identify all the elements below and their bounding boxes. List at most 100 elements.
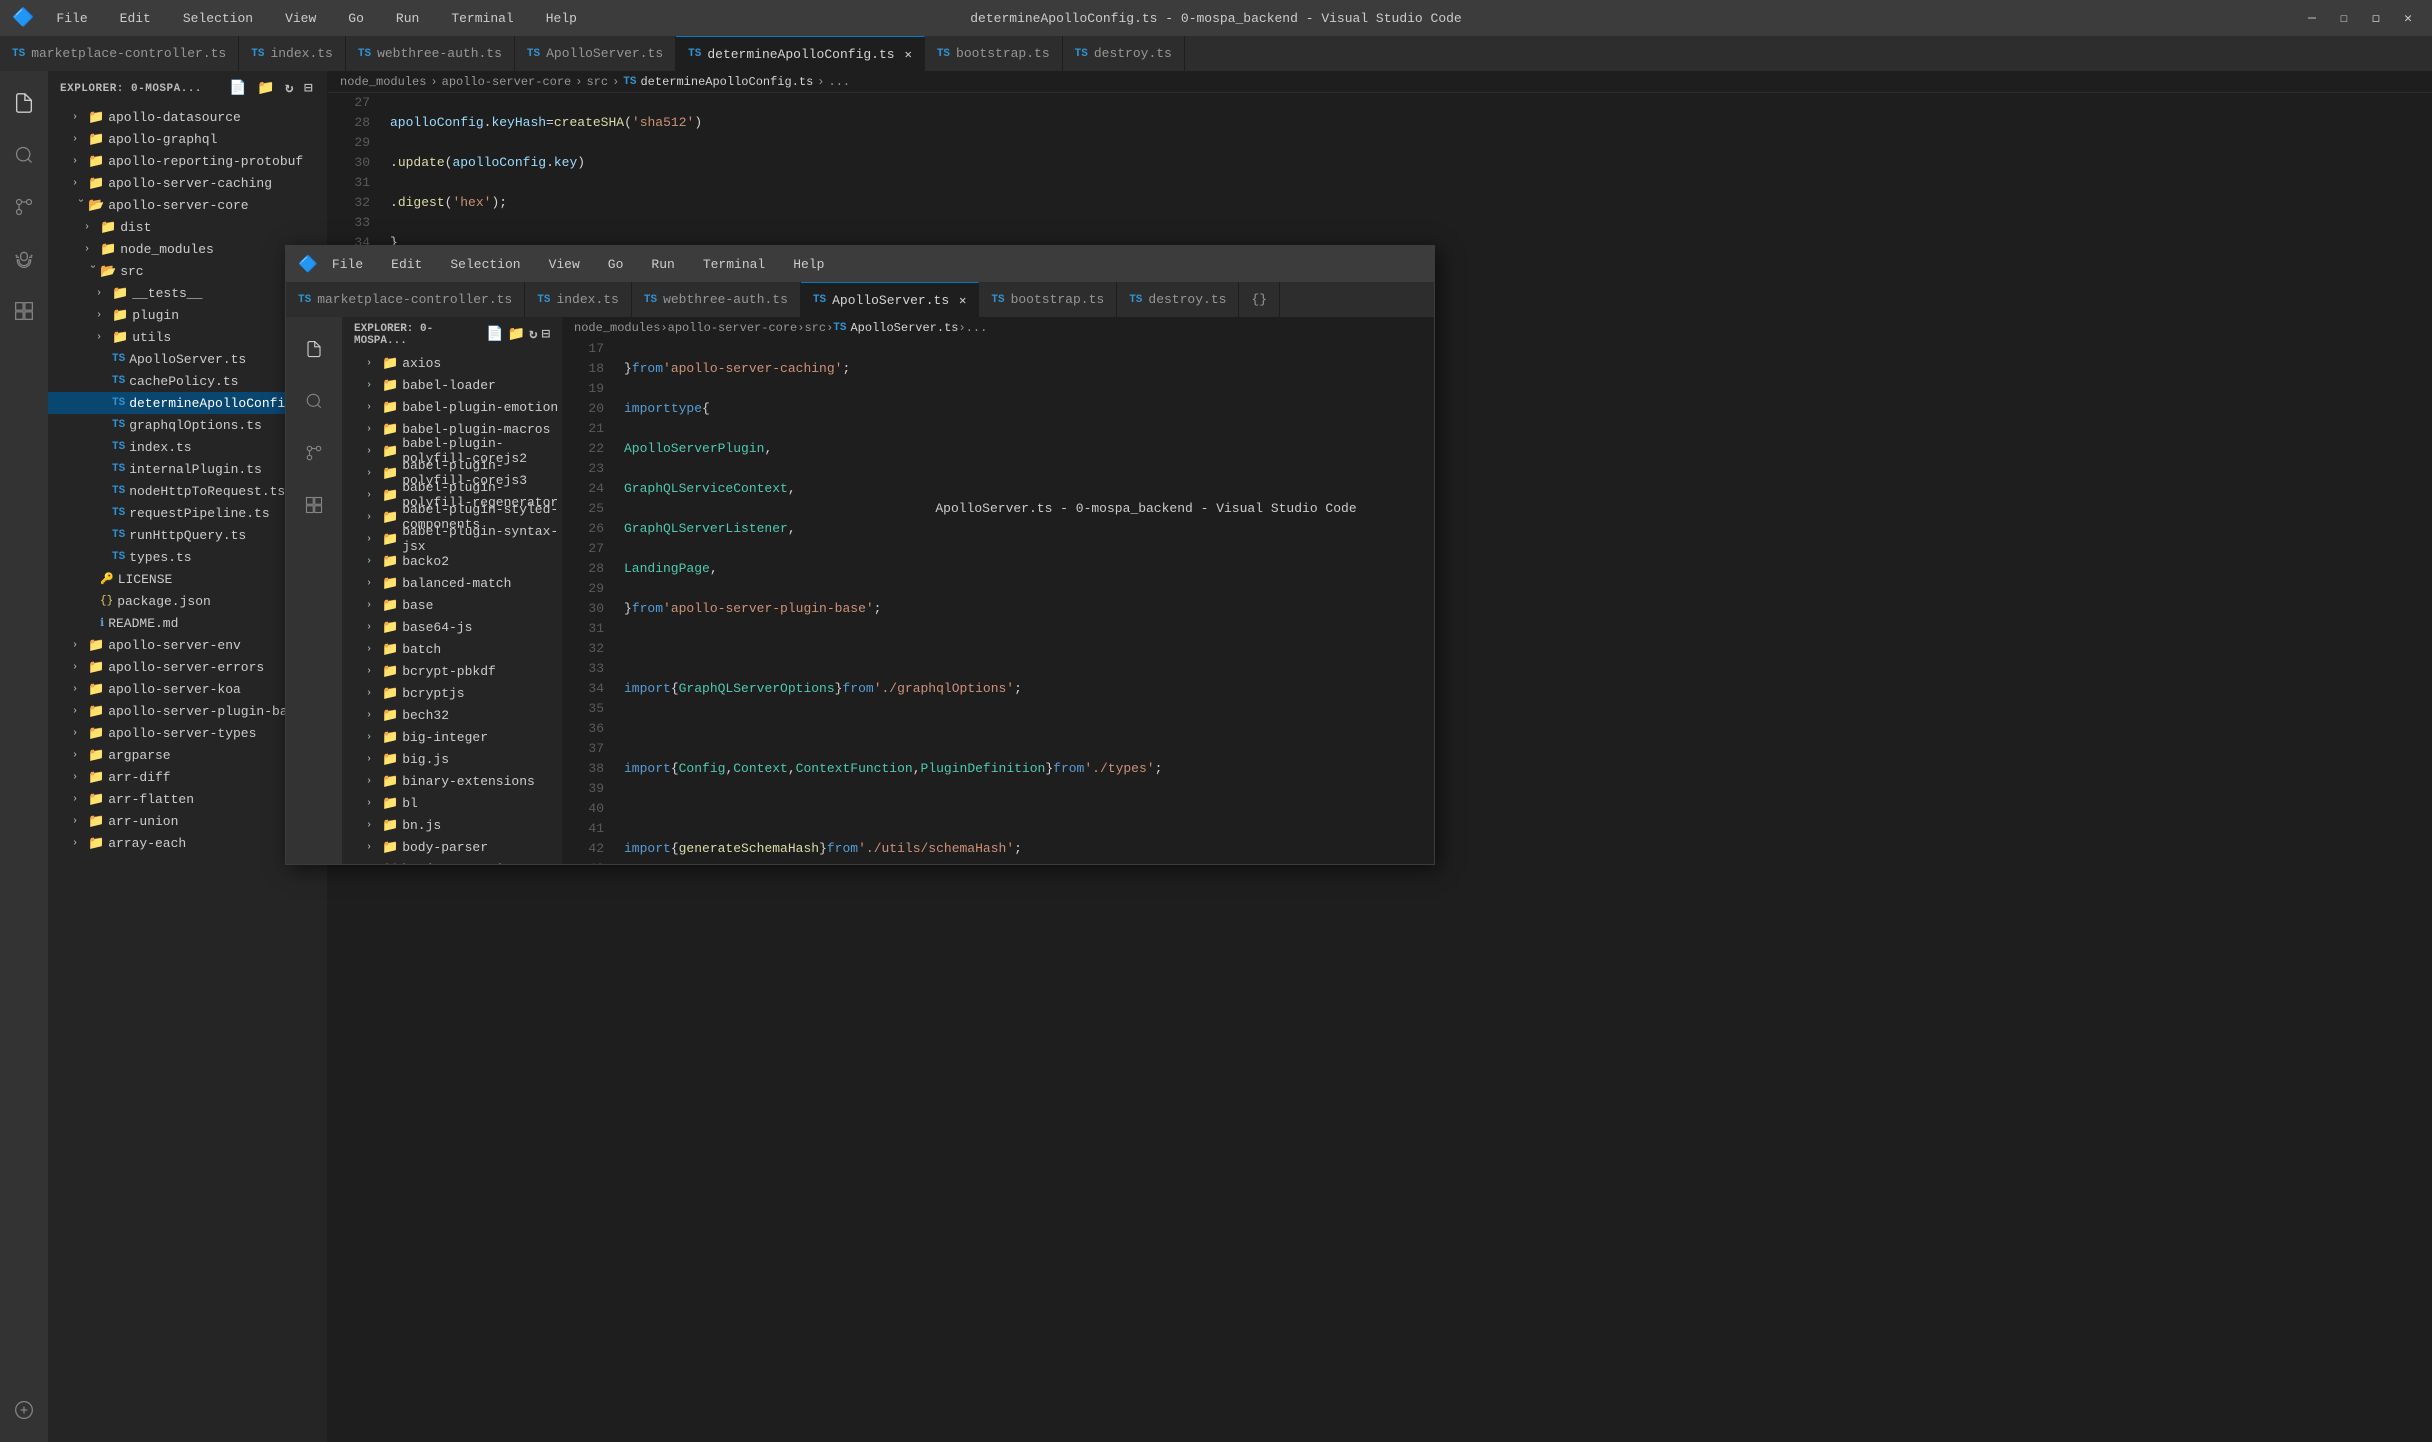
overlay-breadcrumb-sep: › bbox=[797, 321, 804, 335]
folder-icon: 📁 bbox=[382, 576, 398, 591]
overlay-collapse-icon[interactable]: ⊟ bbox=[542, 326, 550, 343]
ts-icon: TS bbox=[688, 48, 701, 60]
close-button[interactable]: ✕ bbox=[2396, 6, 2420, 30]
tree-item-apollo-server-caching[interactable]: › 📁 apollo-server-caching bbox=[48, 172, 327, 194]
minimize-button[interactable]: ─ bbox=[2300, 6, 2324, 30]
overlay-breadcrumb-sep: › bbox=[826, 321, 833, 335]
tab-marketplace-controller[interactable]: TS marketplace-controller.ts bbox=[0, 36, 239, 71]
overlay-tree-item-binary-extensions[interactable]: › 📁 binary-extensions bbox=[342, 770, 562, 792]
window-controls[interactable]: ─ ☐ ◻ ✕ bbox=[2300, 6, 2420, 30]
tab-apolloserver[interactable]: TS ApolloServer.ts bbox=[515, 36, 676, 71]
debug-icon[interactable] bbox=[0, 235, 48, 283]
overlay-menu-help[interactable]: Help bbox=[787, 255, 830, 274]
overlay-refresh-icon[interactable]: ↻ bbox=[529, 326, 537, 343]
menu-selection[interactable]: Selection bbox=[177, 9, 259, 28]
overlay-tab-apolloserver[interactable]: TS ApolloServer.ts ✕ bbox=[801, 282, 979, 317]
menu-edit[interactable]: Edit bbox=[114, 9, 157, 28]
tree-item-apollo-reporting-protobuf[interactable]: › 📁 apollo-reporting-protobuf bbox=[48, 150, 327, 172]
overlay-code-area[interactable]: 1718192021 2223242526 2728293031 3233343… bbox=[562, 339, 1434, 864]
source-control-icon[interactable] bbox=[0, 183, 48, 231]
maximize-button[interactable]: ☐ bbox=[2332, 6, 2356, 30]
overlay-tab-close-icon[interactable]: ✕ bbox=[959, 293, 966, 308]
tree-item-apollo-graphql[interactable]: › 📁 apollo-graphql bbox=[48, 128, 327, 150]
overlay-menu-terminal[interactable]: Terminal bbox=[697, 255, 771, 274]
overlay-tree-item-bl[interactable]: › 📁 bl bbox=[342, 792, 562, 814]
menu-bar[interactable]: File Edit Selection View Go Run Terminal… bbox=[50, 9, 583, 28]
overlay-tree-item-babel-loader[interactable]: › 📁 babel-loader bbox=[342, 374, 562, 396]
refresh-icon[interactable]: ↻ bbox=[283, 78, 296, 99]
tab-bootstrap[interactable]: TS bootstrap.ts bbox=[925, 36, 1063, 71]
overlay-tree-item-batch[interactable]: › 📁 batch bbox=[342, 638, 562, 660]
overlay-new-folder-icon[interactable]: 📁 bbox=[508, 326, 525, 343]
overlay-tree-item-base[interactable]: › 📁 base bbox=[342, 594, 562, 616]
menu-file[interactable]: File bbox=[50, 9, 93, 28]
search-icon[interactable] bbox=[0, 131, 48, 179]
overlay-tree-item-babel-plugin-emotion[interactable]: › 📁 babel-plugin-emotion bbox=[342, 396, 562, 418]
files-icon[interactable] bbox=[0, 79, 48, 127]
tab-close-icon[interactable]: ✕ bbox=[905, 47, 912, 62]
folder-icon: 📁 bbox=[88, 682, 104, 697]
extensions-icon[interactable] bbox=[0, 287, 48, 335]
tree-item-apollo-server-core[interactable]: › 📂 apollo-server-core bbox=[48, 194, 327, 216]
tree-arrow-icon: › bbox=[366, 710, 382, 721]
ts-icon: TS bbox=[537, 294, 550, 306]
overlay-menu-run[interactable]: Run bbox=[645, 255, 680, 274]
overlay-tab-index[interactable]: TS index.ts bbox=[525, 282, 632, 317]
tree-item-label: bcrypt-pbkdf bbox=[402, 664, 496, 679]
overlay-tree-item-bnjs[interactable]: › 📁 bn.js bbox=[342, 814, 562, 836]
menu-view[interactable]: View bbox=[279, 9, 322, 28]
tree-item-label: node_modules bbox=[120, 242, 214, 257]
overlay-tree-item-body-parser[interactable]: › 📁 body-parser bbox=[342, 836, 562, 858]
new-file-icon[interactable]: 📄 bbox=[227, 78, 249, 99]
menu-help[interactable]: Help bbox=[540, 9, 583, 28]
tree-item-label: apollo-server-types bbox=[108, 726, 256, 741]
overlay-files-icon[interactable] bbox=[290, 325, 338, 373]
overlay-menu-file[interactable]: File bbox=[326, 255, 369, 274]
menu-go[interactable]: Go bbox=[342, 9, 370, 28]
overlay-tree-item-bigjs[interactable]: › 📁 big.js bbox=[342, 748, 562, 770]
overlay-search-icon[interactable] bbox=[290, 377, 338, 425]
overlay-source-control-icon[interactable] bbox=[290, 429, 338, 477]
overlay-menu-view[interactable]: View bbox=[543, 255, 586, 274]
tab-label: webthree-auth.ts bbox=[663, 292, 788, 307]
overlay-code-content[interactable]: } from 'apollo-server-caching'; import t… bbox=[612, 339, 1434, 864]
remote-icon[interactable] bbox=[0, 1386, 48, 1434]
overlay-tree-item-bcryptjs[interactable]: › 📁 bcryptjs bbox=[342, 682, 562, 704]
menu-terminal[interactable]: Terminal bbox=[445, 9, 519, 28]
tree-item-label: bn.js bbox=[402, 818, 441, 833]
overlay-tab-marketplace[interactable]: TS marketplace-controller.ts bbox=[286, 282, 525, 317]
tree-item-dist[interactable]: › 📁 dist bbox=[48, 216, 327, 238]
overlay-tree-item-bcrypt-pbkdf[interactable]: › 📁 bcrypt-pbkdf bbox=[342, 660, 562, 682]
folder-icon: 📁 bbox=[382, 532, 398, 547]
overlay-menu-selection[interactable]: Selection bbox=[444, 255, 526, 274]
tab-webthree-auth[interactable]: TS webthree-auth.ts bbox=[346, 36, 515, 71]
overlay-menu-go[interactable]: Go bbox=[602, 255, 630, 274]
sidebar-toggle-button[interactable]: ◻ bbox=[2364, 6, 2388, 30]
tree-item-apollo-datasource[interactable]: › 📁 apollo-datasource bbox=[48, 106, 327, 128]
overlay-tree-item-big-integer[interactable]: › 📁 big-integer bbox=[342, 726, 562, 748]
overlay-tree-item-axios[interactable]: › 📁 axios bbox=[342, 352, 562, 374]
tab-index[interactable]: TS index.ts bbox=[239, 36, 346, 71]
overlay-breadcrumb-ts-icon: TS bbox=[833, 322, 846, 334]
tab-determineApolloConfig[interactable]: TS determineApolloConfig.ts ✕ bbox=[676, 36, 925, 71]
collapse-all-icon[interactable]: ⊟ bbox=[302, 78, 315, 99]
overlay-menu-edit[interactable]: Edit bbox=[385, 255, 428, 274]
overlay-menu-bar[interactable]: File Edit Selection View Go Run Terminal… bbox=[326, 255, 831, 274]
overlay-tree-item-babel-plugin-syntax[interactable]: › 📁 babel-plugin-syntax-jsx bbox=[342, 528, 562, 550]
overlay-tab-webthree[interactable]: TS webthree-auth.ts bbox=[632, 282, 801, 317]
overlay-tree-item-bech32[interactable]: › 📁 bech32 bbox=[342, 704, 562, 726]
overlay-tab-destroy[interactable]: TS destroy.ts bbox=[1117, 282, 1239, 317]
main-title-bar: 🔷 File Edit Selection View Go Run Termin… bbox=[0, 0, 2432, 36]
overlay-new-file-icon[interactable]: 📄 bbox=[486, 326, 503, 343]
overlay-extensions-icon[interactable] bbox=[290, 481, 338, 529]
tab-destroy[interactable]: TS destroy.ts bbox=[1063, 36, 1185, 71]
overlay-tree-item-base64js[interactable]: › 📁 base64-js bbox=[342, 616, 562, 638]
overlay-tab-json[interactable]: {} bbox=[1239, 282, 1280, 317]
overlay-tree-item-balanced-match[interactable]: › 📁 balanced-match bbox=[342, 572, 562, 594]
folder-icon: 📁 bbox=[88, 176, 104, 191]
new-folder-icon[interactable]: 📁 bbox=[255, 78, 277, 99]
menu-run[interactable]: Run bbox=[390, 9, 425, 28]
breadcrumb-sep: › bbox=[430, 75, 437, 89]
overlay-tab-bootstrap[interactable]: TS bootstrap.ts bbox=[979, 282, 1117, 317]
overlay-tree-item-bonjour[interactable]: › 📁 bonjour-service bbox=[342, 858, 562, 864]
